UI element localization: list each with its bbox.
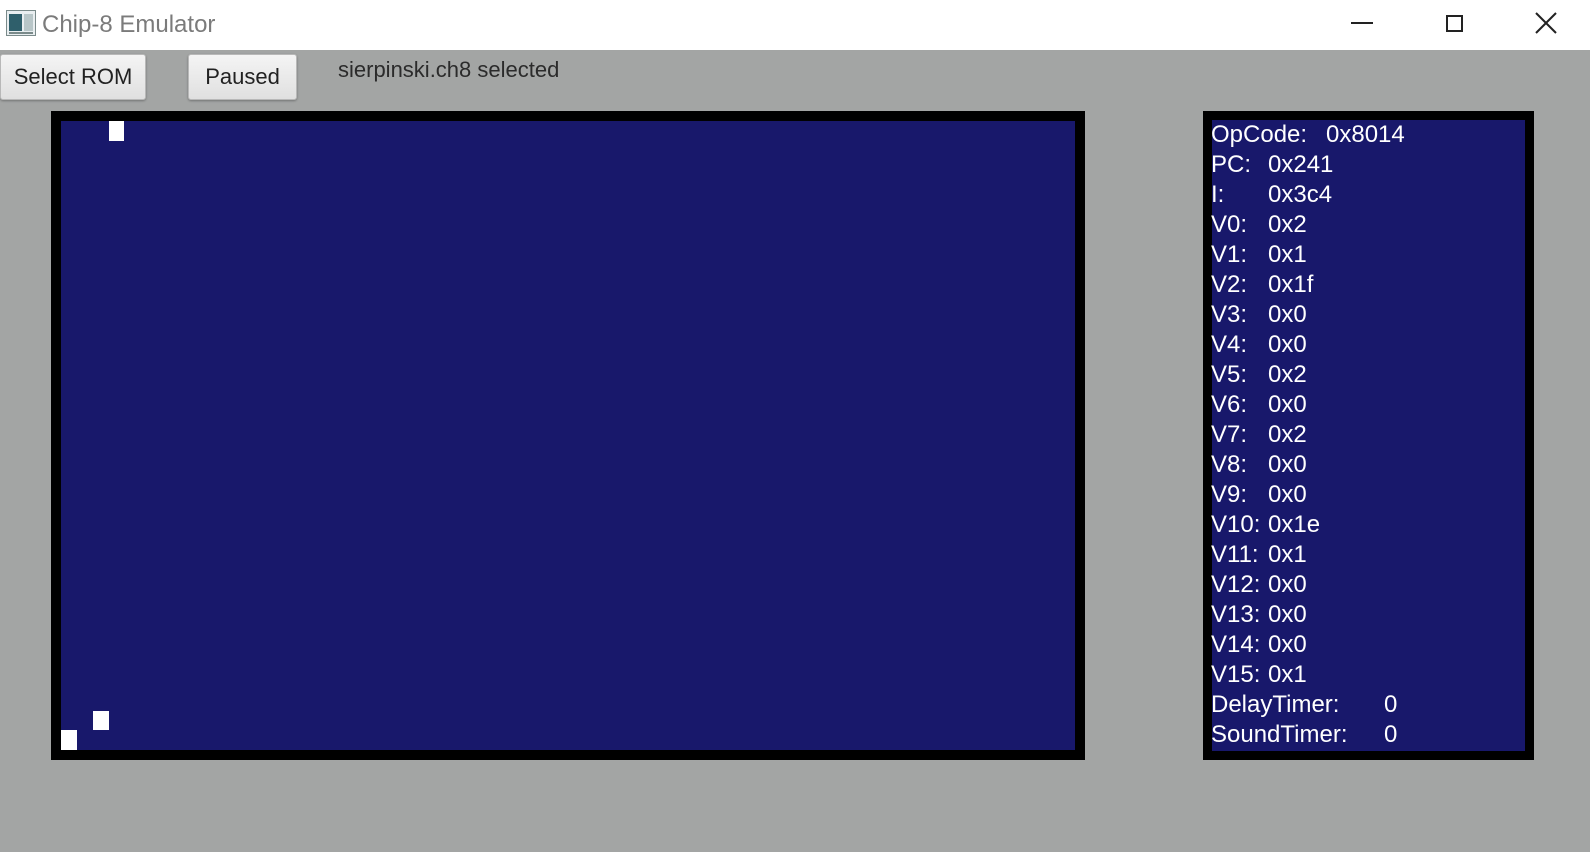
maximize-icon (1445, 14, 1463, 32)
close-icon (1535, 12, 1557, 34)
register-row: V13: 0x0 (1211, 600, 1531, 630)
display-frame (51, 111, 1085, 760)
register-row: V6: 0x0 (1211, 390, 1531, 420)
register-value: 0x1 (1268, 541, 1307, 568)
register-value: 0 (1384, 721, 1398, 748)
register-list: OpCode: 0x8014 PC: 0x241 I: 0x3c4 V0: 0x2 V1: 0x1… (1211, 120, 1531, 750)
register-name: V7: (1211, 421, 1248, 448)
display-pixel (61, 730, 77, 750)
rom-status-text: sierpinski.ch8 selected (338, 57, 560, 82)
minimize-button[interactable] (1316, 0, 1408, 46)
register-name: V8: (1211, 451, 1248, 478)
register-name: V10: (1211, 511, 1261, 538)
register-name: V13: (1211, 601, 1261, 628)
window-title: Chip-8 Emulator (42, 11, 216, 38)
register-value: 0x2 (1268, 361, 1307, 388)
register-value: 0x1 (1268, 241, 1307, 268)
register-name: V9: (1211, 481, 1248, 508)
display-pixel (92, 710, 109, 731)
register-row: V7: 0x2 (1211, 420, 1531, 450)
pause-toggle-button[interactable]: Paused (188, 54, 297, 100)
register-value: 0x0 (1268, 451, 1307, 478)
register-row: V15: 0x1 (1211, 660, 1531, 690)
register-value: 0x0 (1268, 481, 1307, 508)
register-value: 0x0 (1268, 301, 1307, 328)
register-row: V11: 0x1 (1211, 540, 1531, 570)
register-name: V2: (1211, 271, 1248, 298)
maximize-button[interactable] (1408, 0, 1500, 46)
register-name: V1: (1211, 241, 1248, 268)
register-value: 0x1e (1268, 511, 1321, 538)
register-name: PC: (1211, 151, 1252, 178)
register-value: 0 (1384, 691, 1398, 718)
register-row: V5: 0x2 (1211, 360, 1531, 390)
register-value: 0x1f (1268, 271, 1314, 298)
register-row: DelayTimer: 0 (1211, 690, 1531, 720)
register-row: OpCode: 0x8014 (1211, 120, 1531, 150)
register-value: 0x8014 (1326, 121, 1405, 148)
register-value: 0x0 (1268, 391, 1307, 418)
register-row: V0: 0x2 (1211, 210, 1531, 240)
register-row: V2: 0x1f (1211, 270, 1531, 300)
register-value: 0x0 (1268, 571, 1307, 598)
register-row: SoundTimer: 0 (1211, 720, 1531, 750)
register-name: DelayTimer: (1211, 691, 1340, 718)
register-row: I: 0x3c4 (1211, 180, 1531, 210)
register-name: V0: (1211, 211, 1248, 238)
register-value: 0x0 (1268, 601, 1307, 628)
chip8-display (61, 121, 1075, 750)
register-name: V4: (1211, 331, 1248, 358)
register-value: 0x2 (1268, 211, 1307, 238)
register-name: V5: (1211, 361, 1248, 388)
register-name: V14: (1211, 631, 1261, 658)
register-panel-frame: OpCode: 0x8014 PC: 0x241 I: 0x3c4 V0: 0x2 V1: 0x1… (1203, 111, 1534, 760)
register-name: V15: (1211, 661, 1261, 688)
register-row: V14: 0x0 (1211, 630, 1531, 660)
register-value: 0x0 (1268, 631, 1307, 658)
title-bar: Chip-8 Emulator (0, 0, 1590, 50)
display-pixel (108, 121, 125, 141)
register-name: V12: (1211, 571, 1261, 598)
register-panel: OpCode: 0x8014 PC: 0x241 I: 0x3c4 V0: 0x2 V1: 0x1… (1211, 120, 1525, 751)
register-row: V3: 0x0 (1211, 300, 1531, 330)
register-row: V4: 0x0 (1211, 330, 1531, 360)
register-name: OpCode: (1211, 121, 1308, 148)
register-value: 0x2 (1268, 421, 1307, 448)
register-row: V12: 0x0 (1211, 570, 1531, 600)
register-value: 0x1 (1268, 661, 1307, 688)
register-row: PC: 0x241 (1211, 150, 1531, 180)
register-row: V10: 0x1e (1211, 510, 1531, 540)
register-name: V11: (1211, 541, 1259, 568)
register-name: V3: (1211, 301, 1248, 328)
register-name: SoundTimer: (1211, 721, 1348, 748)
select-rom-button[interactable]: Select ROM (0, 54, 146, 100)
register-row: V1: 0x1 (1211, 240, 1531, 270)
register-name: V6: (1211, 391, 1248, 418)
register-name: I: (1211, 181, 1225, 208)
register-row: V8: 0x0 (1211, 450, 1531, 480)
register-value: 0x241 (1268, 151, 1334, 178)
register-row: V9: 0x0 (1211, 480, 1531, 510)
minimize-icon (1351, 22, 1373, 24)
app-icon (6, 10, 36, 36)
register-value: 0x3c4 (1268, 181, 1333, 208)
register-value: 0x0 (1268, 331, 1307, 358)
close-button[interactable] (1500, 0, 1590, 46)
